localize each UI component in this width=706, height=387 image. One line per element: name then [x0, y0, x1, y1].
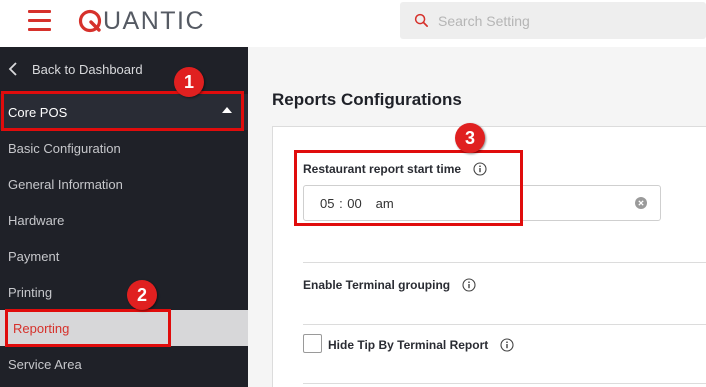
terminal-grouping-row: Enable Terminal grouping: [303, 278, 476, 292]
quantic-logo: UANTIC: [78, 6, 205, 36]
chevron-left-icon: [8, 62, 17, 76]
search-bar[interactable]: [400, 2, 706, 39]
start-time-label-row: Restaurant report start time: [303, 162, 487, 176]
sidebar-item-label: Basic Configuration: [8, 140, 121, 156]
annotation-badge-3: 3: [455, 123, 485, 153]
page-title: Reports Configurations: [272, 90, 462, 109]
sidebar-item-hardware[interactable]: Hardware: [0, 202, 248, 238]
info-icon[interactable]: [473, 162, 487, 176]
logo-wordmark: UANTIC: [103, 6, 206, 35]
hide-tip-checkbox[interactable]: [303, 334, 322, 353]
annotation-badge-1: 1: [174, 67, 204, 97]
sidebar-item-label: Printing: [8, 284, 53, 300]
section-label: Core POS: [8, 104, 68, 120]
app-root: UANTIC Back to Dashboard Core POS Basic …: [0, 0, 706, 387]
info-icon[interactable]: [500, 338, 514, 352]
sidebar-item-label: Reporting: [13, 320, 70, 336]
divider: [303, 383, 706, 384]
start-time-label: Restaurant report start time: [303, 162, 462, 176]
back-to-dashboard-link[interactable]: Back to Dashboard: [0, 51, 248, 87]
clear-circle-icon[interactable]: [635, 197, 647, 209]
search-icon: [414, 13, 428, 27]
start-time-input[interactable]: 05 : 00 am: [303, 185, 661, 221]
sidebar-item-label: Service Area: [8, 356, 82, 372]
divider: [303, 262, 706, 263]
sidebar-item-label: Payment: [8, 248, 60, 264]
caret-up-icon: [222, 107, 232, 113]
sidebar-item-service-area[interactable]: Service Area: [0, 346, 248, 382]
sidebar-item-printing[interactable]: Printing: [0, 274, 248, 310]
hide-tip-label: Hide Tip By Terminal Report: [328, 338, 489, 352]
sidebar-item-general-information[interactable]: General Information: [0, 166, 248, 202]
sidebar-item-payment[interactable]: Payment: [0, 238, 248, 274]
top-header: UANTIC: [0, 0, 706, 47]
sidebar: Back to Dashboard Core POS Basic Configu…: [0, 47, 248, 387]
sidebar-item-basic-configuration[interactable]: Basic Configuration: [0, 130, 248, 166]
hamburger-menu-icon[interactable]: [28, 10, 51, 32]
annotation-badge-2: 2: [127, 280, 157, 310]
sidebar-item-reporting[interactable]: Reporting: [0, 310, 248, 346]
sidebar-item-label: Hardware: [8, 212, 65, 228]
search-input[interactable]: [438, 2, 698, 39]
sidebar-item-label: General Information: [8, 176, 123, 192]
info-icon[interactable]: [462, 278, 476, 292]
logo-q-icon: [78, 9, 102, 33]
hide-tip-row: Hide Tip By Terminal Report: [328, 338, 514, 352]
start-time-value: 05 : 00 am: [320, 196, 394, 211]
terminal-grouping-label: Enable Terminal grouping: [303, 278, 451, 292]
divider: [303, 324, 706, 325]
back-label: Back to Dashboard: [32, 61, 143, 77]
section-core-pos[interactable]: Core POS: [0, 94, 248, 130]
